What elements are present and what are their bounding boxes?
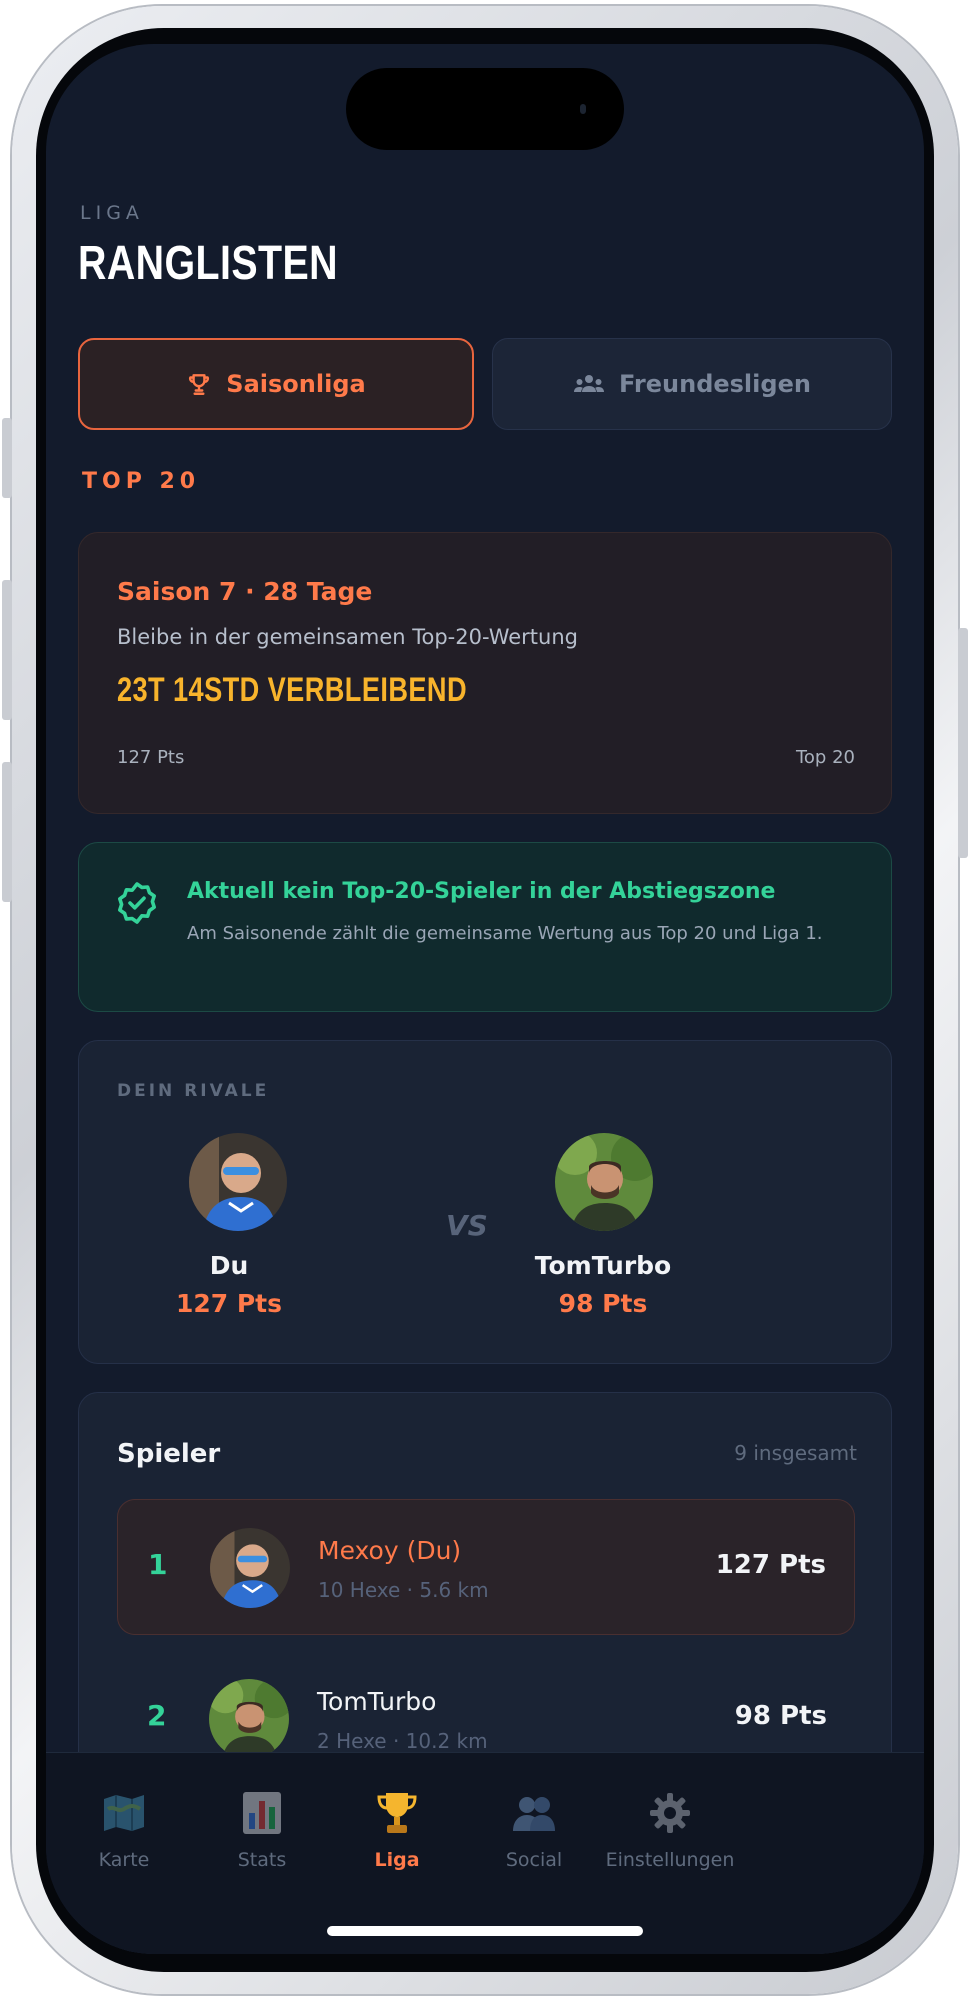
season-subtitle: Bleibe in der gemeinsamen Top-20-Wertung: [117, 625, 578, 649]
gear-icon: [582, 1789, 758, 1837]
tab-freundesligen[interactable]: Freundesligen: [492, 338, 892, 430]
season-points: 127 Pts: [117, 747, 185, 768]
tab-saisonliga[interactable]: Saisonliga: [78, 338, 474, 430]
screen: LIGA RANGLISTEN Saisonliga Freundesligen…: [46, 44, 924, 1954]
rival-me-name: Du: [209, 1251, 249, 1280]
player-rank: 2: [147, 1699, 167, 1732]
player-points: 127 Pts: [715, 1550, 826, 1580]
rival-opponent-points: 98 Pts: [558, 1289, 648, 1318]
player-name: Mexoy (Du): [318, 1536, 462, 1565]
tab-freundesligen-label: Freundesligen: [619, 370, 811, 398]
tab-einstellungen[interactable]: Einstellungen: [582, 1789, 758, 1871]
rival-me-points: 127 Pts: [175, 1289, 283, 1318]
avatar: [210, 1528, 290, 1608]
tab-saisonliga-label: Saisonliga: [226, 370, 366, 398]
status-card: Aktuell kein Top-20-Spieler in der Absti…: [78, 842, 892, 1012]
page-title: RANGLISTEN: [78, 237, 338, 290]
tab-bar: Karte Stats Liga Social Einstellungen: [46, 1752, 924, 1954]
season-card: Saison 7 · 28 Tage Bleibe in der gemeins…: [78, 532, 892, 814]
player-points: 98 Pts: [734, 1701, 827, 1731]
status-title: Aktuell kein Top-20-Spieler in der Absti…: [187, 879, 776, 904]
rival-opponent-name: TomTurbo: [534, 1251, 672, 1280]
rival-label: DEIN RIVALE: [117, 1081, 270, 1101]
players-title: Spieler: [117, 1439, 221, 1469]
side-button: [958, 628, 968, 858]
volume-down-button: [2, 762, 12, 902]
badge-check-icon: [113, 879, 161, 931]
section-label: TOP 20: [82, 469, 201, 494]
season-title: Saison 7 · 28 Tage: [117, 577, 373, 606]
home-indicator: [327, 1926, 643, 1936]
player-name: TomTurbo: [317, 1687, 437, 1716]
player-meta: 10 Hexe · 5.6 km: [318, 1578, 489, 1602]
avatar[interactable]: [555, 1133, 653, 1231]
page-eyebrow: LIGA: [80, 202, 144, 224]
action-button: [2, 418, 12, 498]
player-rank: 1: [148, 1548, 168, 1581]
volume-up-button: [2, 580, 12, 720]
avatar[interactable]: [189, 1133, 287, 1231]
status-text: Am Saisonende zählt die gemeinsame Wertu…: [187, 923, 823, 944]
versus-label: VS: [446, 1209, 488, 1242]
users-icon: [573, 372, 605, 396]
season-tier: Top 20: [795, 747, 855, 768]
trophy-icon: [186, 371, 212, 397]
player-meta: 2 Hexe · 10.2 km: [317, 1729, 488, 1753]
players-count: 9 insgesamt: [734, 1441, 857, 1465]
table-row[interactable]: 1 Mexoy (Du) 10 Hexe · 5.6 km 127 Pts: [117, 1499, 855, 1635]
avatar: [209, 1679, 289, 1759]
dynamic-island: [346, 68, 624, 150]
rival-card: DEIN RIVALE Du 127 Pts VS TomTurbo 98 Pt…: [78, 1040, 892, 1364]
season-countdown: 23T 14STD VERBLEIBEND: [117, 671, 467, 709]
